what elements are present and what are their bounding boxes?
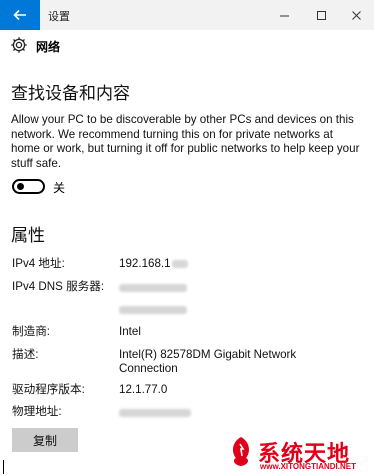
maximize-icon	[316, 10, 326, 20]
title-bar: 设置	[0, 0, 374, 30]
toggle-state-label: 关	[53, 181, 66, 195]
ipv4-dns-label: IPv4 DNS 服务器:	[12, 280, 105, 293]
discovery-description: Allow your PC to be discoverable by othe…	[11, 113, 360, 170]
driver-version-value: 12.1.77.0	[119, 383, 168, 396]
redacted-ip-segment	[172, 260, 188, 268]
manufacturer-value: Intel	[119, 325, 141, 338]
page-title: 网络	[36, 40, 61, 54]
minimize-button[interactable]	[266, 0, 302, 30]
maximize-button[interactable]	[303, 0, 339, 30]
physical-address-label: 物理地址:	[12, 405, 62, 418]
description-value: Intel(R) 82578DM Gigabit Network Connect…	[119, 348, 297, 375]
description-label: 描述:	[12, 348, 39, 361]
watermark-url: www.XITONGTIANDI.NET	[260, 462, 357, 471]
toggle-knob	[17, 183, 24, 190]
watermark-logo-icon	[233, 437, 249, 466]
close-button[interactable]	[338, 0, 374, 30]
page-header: 网络	[0, 30, 374, 60]
discovery-toggle[interactable]	[12, 179, 45, 194]
redacted-mac-address	[119, 409, 191, 417]
driver-version-label: 驱动程序版本:	[12, 383, 85, 396]
text-cursor	[3, 460, 4, 474]
gear-icon	[11, 37, 27, 53]
properties-heading: 属性	[11, 226, 45, 245]
back-arrow-icon	[13, 9, 26, 21]
close-icon	[351, 10, 361, 20]
watermark: 系统天地 www.XITONGTIANDI.NET	[222, 434, 372, 474]
manufacturer-label: 制造商:	[12, 325, 51, 338]
redacted-dns-2	[119, 306, 187, 314]
back-button[interactable]	[0, 0, 40, 30]
ipv4-address-value: 192.168.1	[119, 257, 171, 270]
minimize-icon	[279, 15, 289, 16]
ipv4-address-label: IPv4 地址:	[12, 257, 65, 270]
copy-button[interactable]: 复制	[12, 428, 78, 452]
discovery-heading: 查找设备和内容	[11, 84, 130, 103]
window-title: 设置	[48, 11, 70, 23]
redacted-dns-1	[119, 284, 187, 292]
